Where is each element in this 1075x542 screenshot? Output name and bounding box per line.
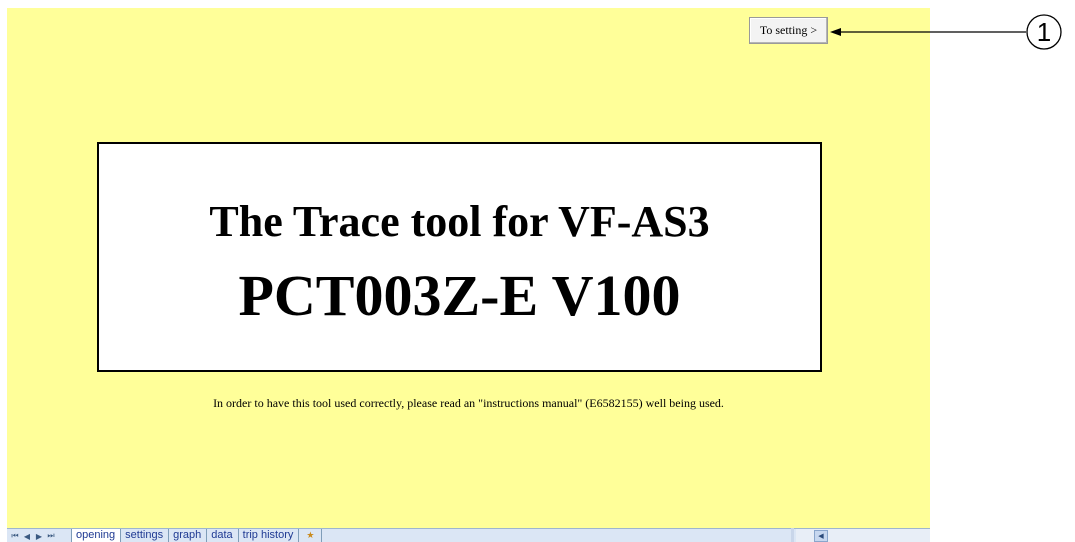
prev-sheet-icon[interactable]: ◀	[21, 532, 33, 541]
instructions-notice: In order to have this tool used correctl…	[213, 396, 724, 410]
insert-sheet-icon[interactable]: ★	[299, 529, 323, 542]
tab-opening[interactable]: opening	[71, 529, 122, 542]
horizontal-scrollbar[interactable]: ◀	[796, 528, 930, 542]
sheet-navigation: ⏮ ◀ ▶ ⏭	[9, 530, 57, 542]
first-sheet-icon[interactable]: ⏮	[9, 531, 21, 541]
tab-graph[interactable]: graph	[169, 529, 208, 542]
last-sheet-icon[interactable]: ⏭	[45, 531, 57, 541]
callout-number: 1	[1036, 16, 1052, 47]
next-sheet-icon[interactable]: ▶	[33, 532, 45, 541]
sheet-tabs: opening settings graph data trip history…	[71, 529, 323, 542]
tool-title: The Trace tool for VF-AS3	[209, 197, 710, 246]
tab-trip-history[interactable]: trip history	[239, 529, 300, 542]
scroll-left-icon[interactable]: ◀	[814, 530, 828, 542]
tab-data[interactable]: data	[207, 529, 239, 542]
to-setting-button[interactable]: To setting >	[749, 17, 828, 44]
tab-settings[interactable]: settings	[121, 529, 170, 542]
tab-split-handle[interactable]	[791, 528, 794, 542]
product-version: PCT003Z-E V100	[238, 263, 681, 328]
title-box: The Trace tool for VF-AS3 PCT003Z-E V100	[97, 142, 822, 372]
